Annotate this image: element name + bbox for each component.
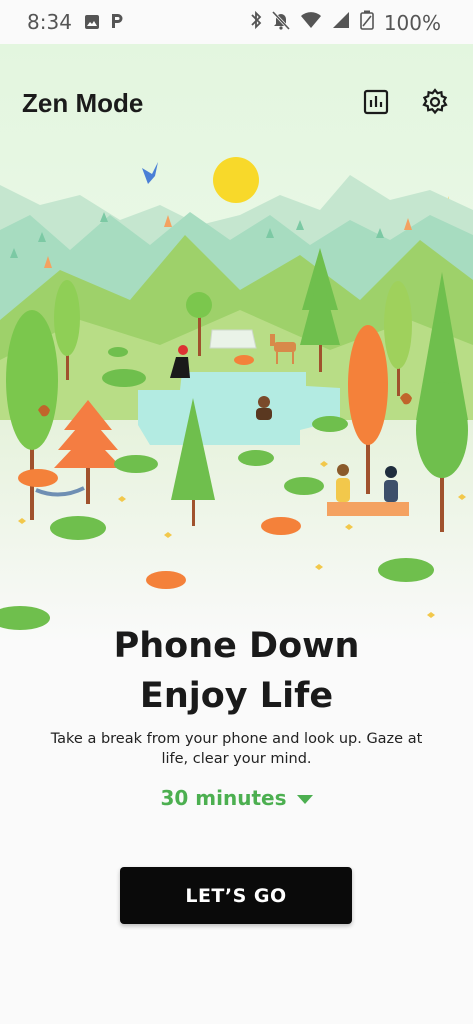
image-icon — [84, 12, 100, 36]
sun-icon — [213, 157, 259, 203]
wifi-icon — [300, 11, 322, 35]
heading-line-2: Enjoy Life — [139, 676, 334, 716]
parking-icon — [110, 12, 124, 36]
do-not-disturb-icon — [271, 10, 290, 36]
battery-icon — [360, 10, 374, 36]
signal-icon — [332, 11, 350, 35]
person-icon — [384, 480, 398, 502]
app-title: Zen Mode — [22, 88, 144, 118]
lets-go-button[interactable]: LET’S GO — [120, 867, 352, 924]
status-time: 8:34 — [27, 10, 72, 34]
duration-selector[interactable]: 30 minutes — [0, 786, 473, 810]
battery-percent: 100% — [383, 11, 441, 35]
heading-line-1: Phone Down — [113, 626, 360, 666]
person-icon — [336, 478, 350, 502]
gear-icon[interactable] — [417, 84, 453, 120]
bluetooth-icon — [250, 10, 262, 36]
status-bar: 8:34 100% — [0, 0, 473, 44]
stats-icon[interactable] — [358, 84, 394, 120]
duration-value: 30 minutes — [160, 786, 287, 810]
description-text: Take a break from your phone and look up… — [50, 731, 423, 767]
zen-illustration — [0, 44, 473, 644]
app-bar: Zen Mode — [0, 84, 473, 128]
chevron-down-icon — [296, 786, 313, 810]
person-icon — [256, 408, 272, 420]
